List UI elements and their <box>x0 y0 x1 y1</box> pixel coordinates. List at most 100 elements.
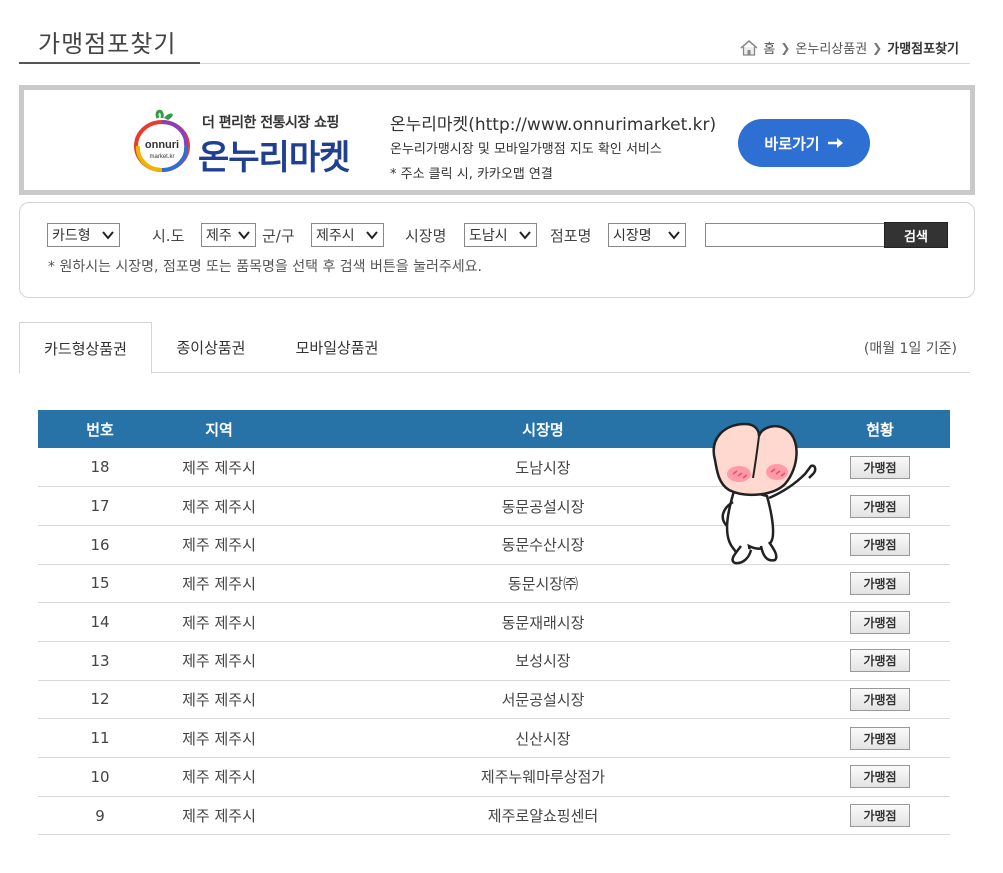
store-list-button[interactable]: 가맹점 <box>850 687 910 711</box>
table-row: 15 제주 제주시 동문시장㈜ 가맹점 <box>38 564 950 604</box>
sido-select[interactable]: 제주 <box>201 223 256 247</box>
row-status: 가맹점 <box>810 757 950 797</box>
banner-tagline: 더 편리한 전통시장 쇼핑 <box>202 115 339 131</box>
search-panel: 카드형 시.도 제주 군/구 제주시 시장명 도남시 점포명 시장명 검색 * … <box>19 202 975 298</box>
search-hint: * 원하시는 시장명, 점포명 또는 품목명을 선택 후 검색 버튼을 눌러주세… <box>48 259 482 275</box>
row-region: 제주 제주시 <box>162 525 276 565</box>
store-list-button[interactable]: 가맹점 <box>850 610 910 634</box>
table-row: 9 제주 제주시 제주로얄쇼핑센터 가맹점 <box>38 796 950 836</box>
search-input[interactable] <box>705 223 885 247</box>
table-row: 10 제주 제주시 제주누웨마루상점가 가맹점 <box>38 757 950 797</box>
row-region: 제주 제주시 <box>162 718 276 758</box>
chevron-down-icon <box>519 231 531 240</box>
row-status: 가맹점 <box>810 680 950 720</box>
breadcrumb-section[interactable]: 온누리상품권 <box>795 38 867 57</box>
search-button[interactable]: 검색 <box>884 222 948 248</box>
row-region: 제주 제주시 <box>162 680 276 720</box>
row-number: 13 <box>38 641 162 681</box>
onnuri-market-banner[interactable]: onnuri market.kr 더 편리한 전통시장 쇼핑 온누리마켓 온누리… <box>19 85 975 195</box>
row-status: 가맹점 <box>810 718 950 758</box>
go-button[interactable]: 바로가기 <box>738 119 870 167</box>
row-status: 가맹점 <box>810 641 950 681</box>
row-number: 14 <box>38 602 162 642</box>
home-icon[interactable] <box>740 39 758 56</box>
gungu-select[interactable]: 제주시 <box>311 223 384 247</box>
title-underline <box>19 62 200 64</box>
chevron-right-icon: ❯ <box>872 40 883 55</box>
row-status: 가맹점 <box>810 796 950 836</box>
row-market-name: 제주로얄쇼핑센터 <box>276 796 810 836</box>
banner-description: 온누리가맹시장 및 모바일가맹점 지도 확인 서비스 <box>390 142 662 157</box>
sido-label: 시.도 <box>152 227 185 245</box>
banner-site-url: 온누리마켓(http://www.onnurimarket.kr) <box>390 115 717 135</box>
chevron-down-icon <box>668 231 680 240</box>
row-number: 18 <box>38 448 162 488</box>
header-divider <box>200 63 970 64</box>
logo-text: onnuri <box>145 139 179 151</box>
logo-subtext: market.kr <box>149 154 174 160</box>
row-market-name: 동문시장㈜ <box>276 564 810 604</box>
table-row: 13 제주 제주시 보성시장 가맹점 <box>38 641 950 681</box>
store-list-button[interactable]: 가맹점 <box>850 726 910 750</box>
row-market-name: 신산시장 <box>276 718 810 758</box>
store-list-button[interactable]: 가맹점 <box>850 804 910 828</box>
row-number: 12 <box>38 680 162 720</box>
store-list-button[interactable]: 가맹점 <box>850 494 910 518</box>
page-title: 가맹점포찾기 <box>38 30 177 58</box>
store-list-button[interactable]: 가맹점 <box>850 533 910 557</box>
tab-card-voucher[interactable]: 카드형상품권 <box>19 322 152 374</box>
card-type-select[interactable]: 카드형 <box>47 223 120 247</box>
row-region: 제주 제주시 <box>162 757 276 797</box>
row-region: 제주 제주시 <box>162 602 276 642</box>
tab-mobile-voucher[interactable]: 모바일상품권 <box>274 322 400 373</box>
onnuri-logo-icon: onnuri market.kr <box>134 109 190 172</box>
row-number: 17 <box>38 486 162 526</box>
row-status: 가맹점 <box>810 486 950 526</box>
breadcrumb-current: 가맹점포찾기 <box>887 42 959 57</box>
row-region: 제주 제주시 <box>162 564 276 604</box>
row-region: 제주 제주시 <box>162 641 276 681</box>
row-status: 가맹점 <box>810 525 950 565</box>
row-number: 11 <box>38 718 162 758</box>
market-select[interactable]: 도남시 <box>464 223 537 247</box>
column-header-status: 현황 <box>810 410 950 448</box>
row-market-name: 보성시장 <box>276 641 810 681</box>
market-label: 시장명 <box>405 227 447 245</box>
row-status: 가맹점 <box>810 602 950 642</box>
gungu-label: 군/구 <box>262 227 295 245</box>
chevron-right-icon: ❯ <box>780 40 791 55</box>
row-region: 제주 제주시 <box>162 796 276 836</box>
chevron-down-icon <box>366 231 378 240</box>
store-list-button[interactable]: 가맹점 <box>850 571 910 595</box>
row-market-name: 제주누웨마루상점가 <box>276 757 810 797</box>
arrow-right-icon <box>827 138 843 148</box>
go-button-label: 바로가기 <box>764 134 820 153</box>
update-note: (매월 1일 기준) <box>863 341 957 357</box>
row-number: 9 <box>38 796 162 836</box>
store-list-button[interactable]: 가맹점 <box>850 649 910 673</box>
market-value: 도남시 <box>469 228 508 244</box>
row-number: 16 <box>38 525 162 565</box>
row-status: 가맹점 <box>810 564 950 604</box>
store-select[interactable]: 시장명 <box>608 223 686 247</box>
gungu-value: 제주시 <box>316 228 355 244</box>
row-status: 가맹점 <box>810 448 950 488</box>
table-row: 14 제주 제주시 동문재래시장 가맹점 <box>38 602 950 642</box>
row-number: 15 <box>38 564 162 604</box>
row-number: 10 <box>38 757 162 797</box>
store-list-button[interactable]: 가맹점 <box>850 455 910 479</box>
breadcrumb-home[interactable]: 홈 <box>763 38 775 57</box>
breadcrumb: 홈 ❯ 온누리상품권 ❯ 가맹점포찾기 <box>740 38 959 57</box>
tab-paper-voucher[interactable]: 종이상품권 <box>152 322 270 373</box>
banner-brand: 온누리마켓 <box>198 138 350 178</box>
chevron-down-icon <box>102 231 114 240</box>
banner-note: * 주소 클릭 시, 카카오맵 연결 <box>390 167 553 182</box>
sido-value: 제주 <box>206 228 232 244</box>
row-region: 제주 제주시 <box>162 448 276 488</box>
tab-bar: 카드형상품권 종이상품권 모바일상품권 (매월 1일 기준) <box>19 322 970 374</box>
column-header-number: 번호 <box>38 410 162 448</box>
store-value: 시장명 <box>613 228 652 244</box>
store-label: 점포명 <box>550 227 592 245</box>
column-header-region: 지역 <box>162 410 276 448</box>
store-list-button[interactable]: 가맹점 <box>850 765 910 789</box>
